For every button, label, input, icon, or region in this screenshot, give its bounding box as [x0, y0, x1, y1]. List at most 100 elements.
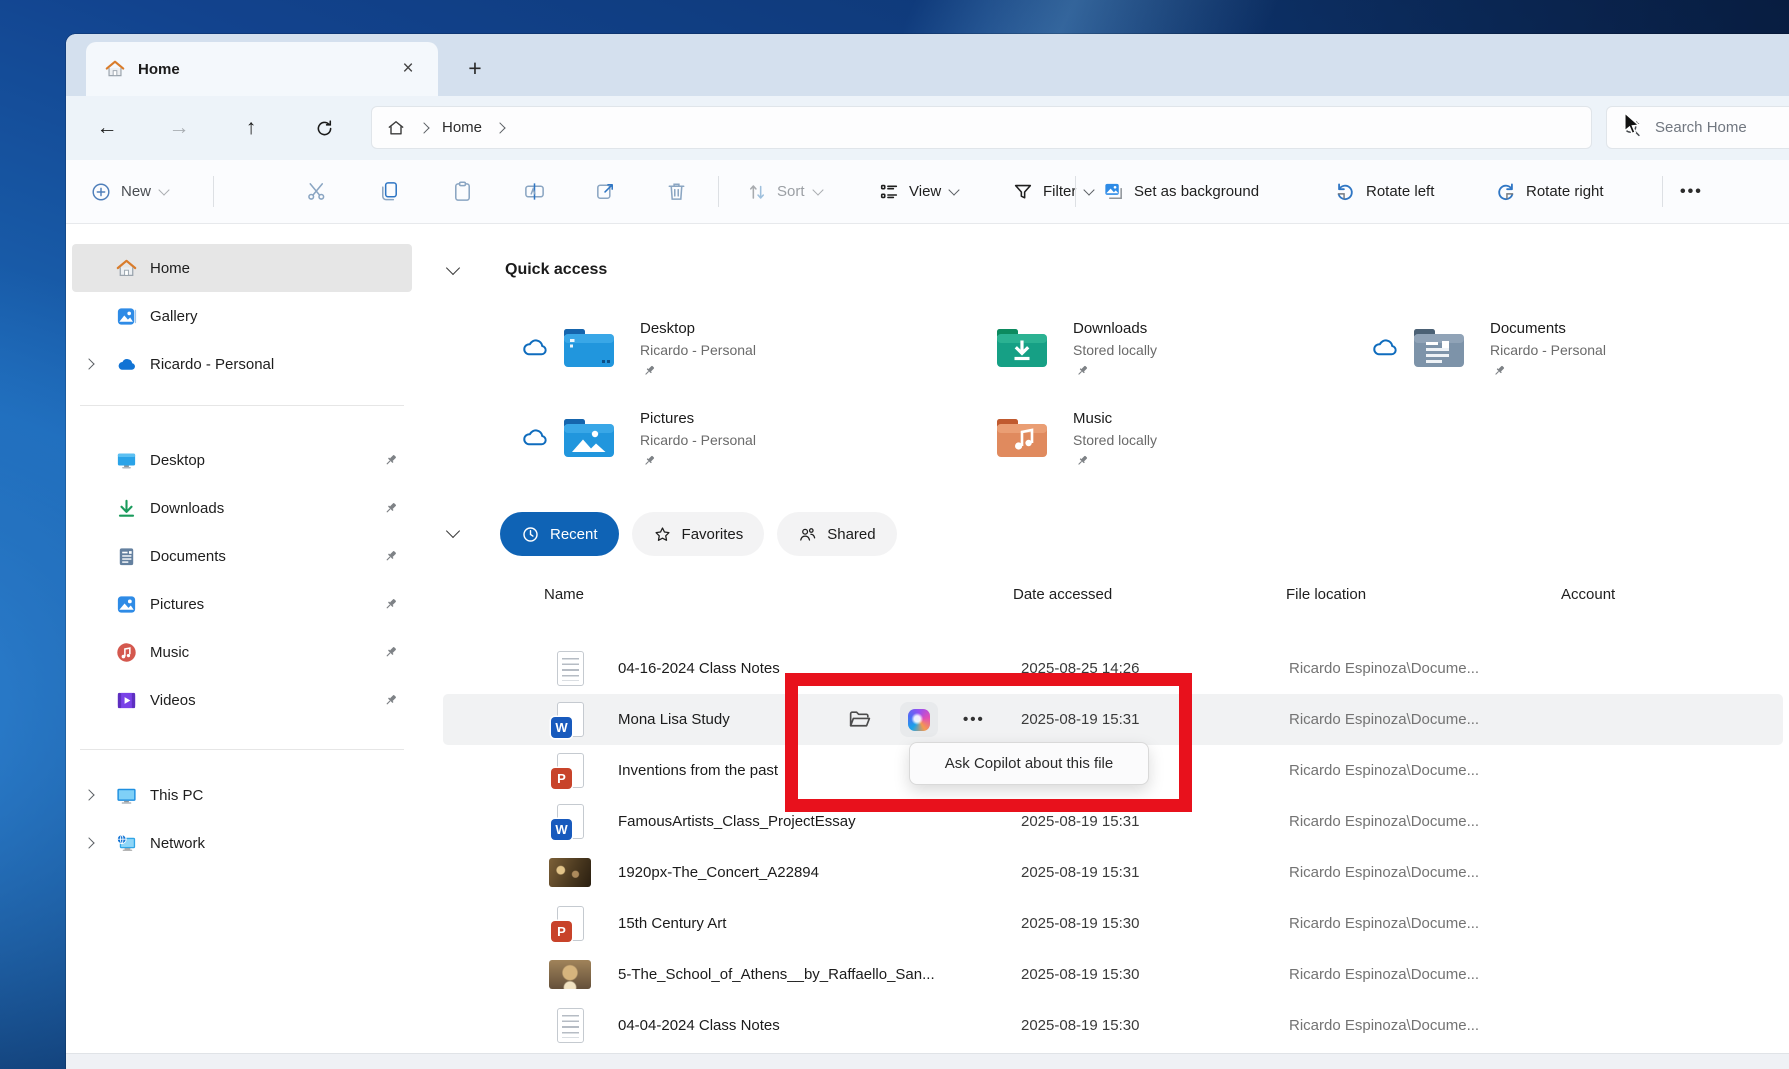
sidebar-item-label: Ricardo - Personal	[150, 356, 274, 373]
rename-button[interactable]	[523, 160, 546, 223]
sidebar-item-label: Videos	[150, 692, 196, 709]
new-button[interactable]: New	[90, 160, 168, 223]
breadcrumb-chevron-icon[interactable]	[494, 122, 505, 133]
file-row-1920px-the-concert-a22894[interactable]: 1920px-The_Concert_A22894 2025-08-19 15:…	[443, 847, 1783, 898]
back-button[interactable]: ←	[89, 96, 125, 160]
breadcrumb[interactable]: Home	[442, 119, 482, 136]
powerpoint-file-icon: P	[548, 748, 592, 792]
file-row-04-04-2024-class-notes[interactable]: 04-04-2024 Class Notes 2025-08-19 15:30 …	[443, 1000, 1783, 1051]
file-row-5-the-school-of-athens-by-raffaello-san[interactable]: 5-The_School_of_Athens__by_Raffaello_San…	[443, 949, 1783, 1000]
sidebar-item-home[interactable]: Home	[72, 244, 412, 292]
filter-label: Filter	[1043, 183, 1076, 200]
image-icon	[1102, 180, 1125, 203]
sidebar-item-ricardo-personal[interactable]: Ricardo - Personal	[72, 340, 412, 388]
sidebar-item-label: Documents	[150, 548, 226, 565]
up-button[interactable]: ↑	[233, 96, 269, 160]
sidebar-item-videos[interactable]: Videos	[72, 676, 412, 724]
pin-icon	[383, 693, 398, 708]
close-tab-icon[interactable]: ×	[396, 58, 420, 80]
home-icon	[104, 58, 126, 80]
cut-button[interactable]	[305, 160, 328, 223]
videos-icon	[114, 688, 138, 712]
powerpoint-file-icon: P	[548, 901, 592, 945]
pin-icon	[383, 501, 398, 516]
refresh-button[interactable]	[306, 96, 342, 160]
filter-button[interactable]: Filter	[1012, 160, 1093, 223]
rotate-left-button[interactable]: Rotate left	[1334, 160, 1434, 223]
file-name: Mona Lisa Study	[618, 694, 730, 745]
image-thumbnail	[548, 850, 592, 894]
delete-button[interactable]	[665, 160, 688, 223]
sidebar-item-this-pc[interactable]: This PC	[72, 771, 412, 819]
chevron-down-icon	[812, 184, 823, 195]
plus-circle-icon	[90, 181, 112, 203]
pin-icon	[383, 357, 398, 372]
file-location: Ricardo Espinoza\Docume...	[1289, 898, 1479, 949]
new-label: New	[121, 183, 151, 200]
sidebar-item-label: Music	[150, 644, 189, 661]
paste-button[interactable]	[451, 160, 474, 223]
sort-label: Sort	[777, 183, 805, 200]
network-icon	[114, 831, 138, 855]
chevron-right-icon[interactable]	[83, 358, 94, 369]
text-file-icon	[548, 646, 592, 690]
pin-icon	[383, 597, 398, 612]
file-location: Ricardo Espinoza\Docume...	[1289, 796, 1479, 847]
annotation-highlight-box	[785, 673, 1192, 812]
breadcrumb-home-icon[interactable]	[386, 118, 406, 138]
forward-button[interactable]: →	[161, 96, 197, 160]
view-button[interactable]: View	[878, 160, 958, 223]
ellipsis-icon: •••	[1680, 183, 1703, 201]
navigation-bar: ← → ↑ Home Search Home	[66, 96, 1789, 160]
chevron-right-icon[interactable]	[83, 837, 94, 848]
set-as-background-label: Set as background	[1134, 183, 1259, 200]
sort-button[interactable]: Sort	[746, 160, 822, 223]
tab-bar: Home × +	[66, 34, 1789, 96]
more-options-button[interactable]: •••	[1680, 160, 1703, 223]
share-button[interactable]	[594, 160, 617, 223]
onedrive-icon	[114, 352, 138, 376]
sidebar-item-pictures[interactable]: Pictures	[72, 580, 412, 628]
file-location: Ricardo Espinoza\Docume...	[1289, 745, 1479, 796]
sidebar-item-downloads[interactable]: Downloads	[72, 484, 412, 532]
sidebar-item-gallery[interactable]: Gallery	[72, 292, 412, 340]
home-icon	[114, 256, 138, 280]
copy-button[interactable]	[378, 160, 401, 223]
new-tab-button[interactable]: +	[460, 54, 490, 84]
sidebar-separator	[80, 749, 404, 750]
file-row-15th-century-art[interactable]: P 15th Century Art 2025-08-19 15:30 Rica…	[443, 898, 1783, 949]
tab-home[interactable]: Home ×	[86, 42, 438, 96]
set-as-background-button[interactable]: Set as background	[1102, 160, 1259, 223]
address-bar[interactable]: Home	[371, 106, 1592, 149]
sidebar-item-network[interactable]: Network	[72, 819, 412, 867]
desktop-icon	[114, 448, 138, 472]
file-name: Inventions from the past	[618, 745, 778, 796]
sidebar-item-documents[interactable]: Documents	[72, 532, 412, 580]
file-location: Ricardo Espinoza\Docume...	[1289, 847, 1479, 898]
pin-icon	[383, 453, 398, 468]
sidebar-item-label: This PC	[150, 787, 203, 804]
file-explorer-window: Home × + ← → ↑ Home	[66, 34, 1789, 1069]
file-location: Ricardo Espinoza\Docume...	[1289, 1000, 1479, 1051]
search-placeholder: Search Home	[1655, 119, 1747, 136]
rotate-right-button[interactable]: Rotate right	[1494, 160, 1604, 223]
mouse-cursor	[1618, 110, 1645, 142]
music-icon	[114, 640, 138, 664]
word-file-icon: W	[548, 799, 592, 843]
sidebar-item-music[interactable]: Music	[72, 628, 412, 676]
breadcrumb-chevron-icon	[418, 122, 429, 133]
sidebar-item-label: Downloads	[150, 500, 224, 517]
sidebar-item-label: Network	[150, 835, 205, 852]
thispc-icon	[114, 783, 138, 807]
navigation-pane: Home Gallery Ricardo - Personal Desktop …	[66, 224, 418, 1053]
sidebar-separator	[80, 405, 404, 406]
pin-icon	[383, 836, 398, 851]
command-bar: New Sort View Filter	[66, 160, 1789, 224]
file-date-accessed: 2025-08-19 15:30	[1021, 898, 1139, 949]
sidebar-item-label: Gallery	[150, 308, 198, 325]
pin-icon	[383, 645, 398, 660]
sidebar-item-desktop[interactable]: Desktop	[72, 436, 412, 484]
chevron-right-icon[interactable]	[83, 789, 94, 800]
file-name: 15th Century Art	[618, 898, 726, 949]
status-bar	[66, 1053, 1789, 1069]
